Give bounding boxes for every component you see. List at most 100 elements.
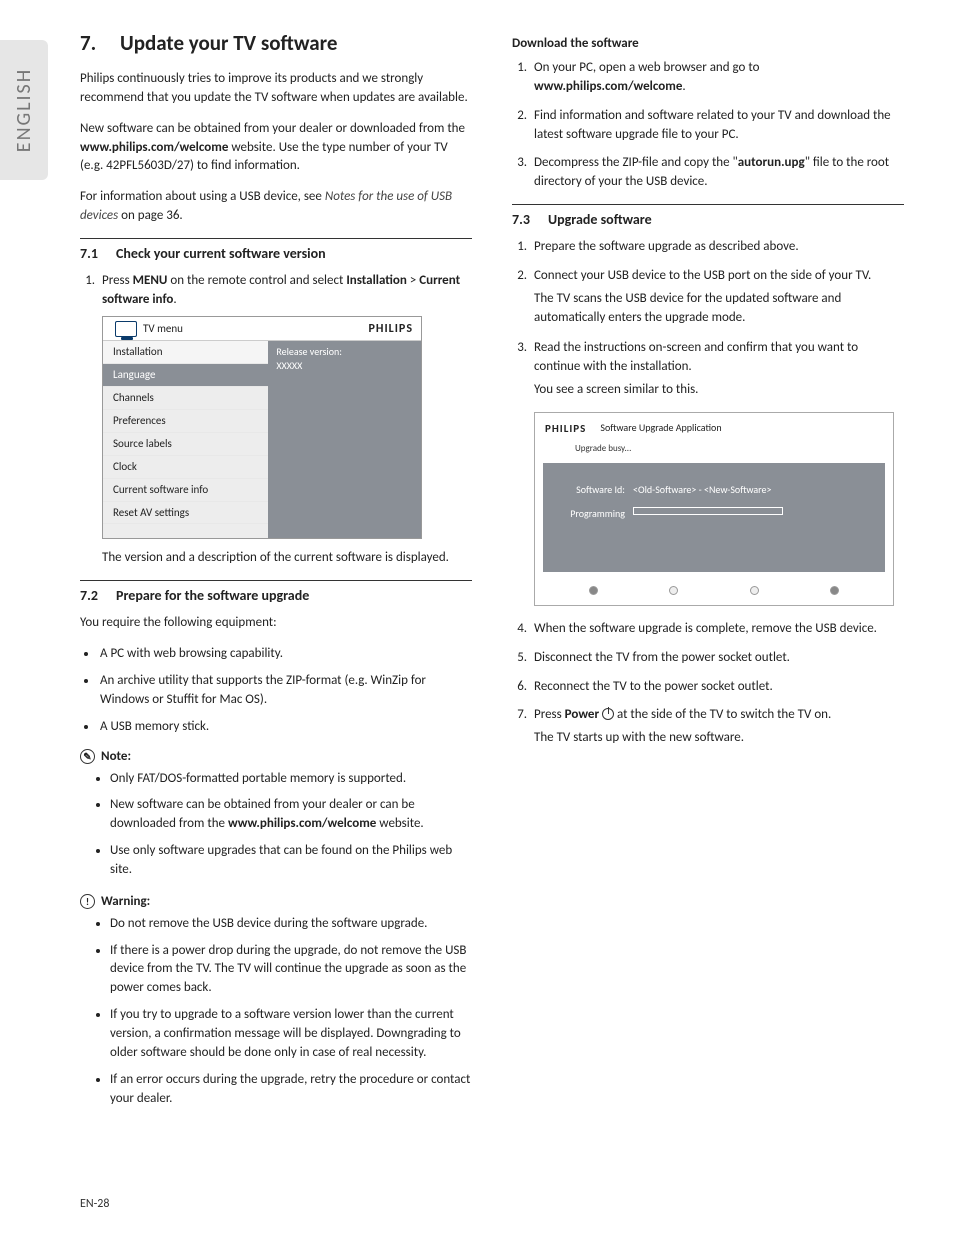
indicator-dots — [535, 580, 893, 605]
philips-logo: PHILIPS — [545, 421, 586, 437]
step-item: Read the instructions on-screen and conf… — [530, 339, 904, 606]
warning-item: If there is a power drop during the upgr… — [110, 942, 472, 999]
right-column: Download the software On your PC, open a… — [512, 30, 904, 1122]
warning-item: If an error occurs during the upgrade, r… — [110, 1071, 472, 1109]
list-item: A PC with web browsing capability. — [98, 645, 472, 664]
upgrade-header: PHILIPS Software Upgrade Application — [535, 413, 893, 439]
step-item: Find information and software related to… — [530, 107, 904, 145]
note-icon: ✎ — [80, 749, 95, 764]
upgrade-app-screenshot: PHILIPS Software Upgrade Application Upg… — [534, 412, 894, 606]
section-7-2-intro: You require the following equipment: — [80, 614, 472, 633]
dot-icon — [830, 586, 839, 595]
section-title: Check your current software version — [116, 245, 326, 262]
section-7-1-steps: Press MENU on the remote control and sel… — [80, 272, 472, 568]
warning-item: If you try to upgrade to a software vers… — [110, 1006, 472, 1063]
programming-label: Programming — [555, 507, 625, 522]
programming-row: Programming — [555, 507, 873, 522]
menu-item: Channels — [103, 387, 268, 410]
menu-title: TV menu — [143, 321, 183, 337]
section-number: 7.3 — [512, 211, 548, 228]
url-text: www.philips.com/welcome — [534, 79, 682, 94]
text: Decompress the ZIP-file and copy the " — [534, 155, 738, 170]
menu-right-panel: Release version: XXXXX — [268, 341, 421, 539]
step-item: Press Power at the side of the TV to swi… — [530, 706, 904, 748]
warning-title-row: ! Warning: — [80, 894, 472, 909]
dot-icon — [750, 586, 759, 595]
step-subtext: The TV scans the USB device for the upda… — [534, 290, 904, 328]
note-title: Note: — [101, 749, 131, 764]
language-tab: ENGLISH — [0, 40, 48, 180]
warning-icon: ! — [80, 894, 95, 909]
software-id-row: Software Id: <Old-Software> - <New-Softw… — [555, 483, 873, 498]
text: New software can be obtained from your d… — [80, 121, 465, 136]
step-item: Press MENU on the remote control and sel… — [98, 272, 472, 568]
step-item: Reconnect the TV to the power socket out… — [530, 678, 904, 697]
note-list: Only FAT/DOS-formatted portable memory i… — [80, 770, 472, 880]
download-steps: On your PC, open a web browser and go to… — [512, 59, 904, 192]
step-item: Disconnect the TV from the power socket … — [530, 649, 904, 668]
menu-title-row: TV menu — [111, 321, 191, 337]
list-item: A USB memory stick. — [98, 718, 472, 737]
step-item: Decompress the ZIP-file and copy the "au… — [530, 154, 904, 192]
chapter-title: Update your TV software — [120, 30, 337, 56]
software-id-label: Software Id: — [555, 483, 625, 498]
release-version-label: Release version: — [276, 345, 413, 360]
left-column: 7.Update your TV software Philips contin… — [80, 30, 472, 1122]
upgrade-app-title: Software Upgrade Application — [600, 421, 721, 436]
philips-logo: PHILIPS — [369, 321, 414, 338]
filename: autorun.upg — [738, 155, 805, 170]
menu-item: Clock — [103, 456, 268, 479]
text: Read the instructions on-screen and conf… — [534, 340, 858, 374]
section-7-2-heading: 7.2Prepare for the software upgrade — [80, 580, 472, 604]
menu-item: Reset AV settings — [103, 502, 268, 525]
warning-block: ! Warning: Do not remove the USB device … — [80, 894, 472, 1109]
equipment-list: A PC with web browsing capability. An ar… — [80, 645, 472, 736]
step-subtext: You see a screen similar to this. — [534, 381, 904, 400]
note-block: ✎ Note: Only FAT/DOS-formatted portable … — [80, 749, 472, 880]
text: Press — [102, 273, 133, 288]
text: website. — [376, 816, 423, 831]
page-content: 7.Update your TV software Philips contin… — [80, 30, 904, 1122]
section-7-3-heading: 7.3Upgrade software — [512, 204, 904, 228]
dot-icon — [669, 586, 678, 595]
menu-path: Installation — [346, 273, 407, 288]
warning-item: Do not remove the USB device during the … — [110, 915, 472, 934]
url-text: www.philips.com/welcome — [80, 140, 228, 155]
upgrade-steps: Prepare the software upgrade as describe… — [512, 238, 904, 748]
menu-header: TV menu PHILIPS — [103, 317, 421, 341]
menu-left-panel: Installation Language Channels Preferenc… — [103, 341, 268, 539]
menu-item: Current software info — [103, 479, 268, 502]
menu-item: Source labels — [103, 433, 268, 456]
text: at the side of the TV to switch the TV o… — [617, 707, 831, 722]
step-item: Connect your USB device to the USB port … — [530, 267, 904, 328]
text: . — [173, 292, 176, 307]
dot-icon — [589, 586, 598, 595]
release-version-value: XXXXX — [276, 359, 413, 374]
text: > — [407, 273, 419, 288]
tv-menu-screenshot: TV menu PHILIPS Installation Language Ch… — [102, 316, 422, 540]
menu-body: Installation Language Channels Preferenc… — [103, 341, 421, 539]
note-title-row: ✎ Note: — [80, 749, 472, 764]
warning-list: Do not remove the USB device during the … — [80, 915, 472, 1109]
url-text: www.philips.com/welcome — [228, 816, 376, 831]
text: For information about using a USB device… — [80, 189, 325, 204]
note-item: Only FAT/DOS-formatted portable memory i… — [110, 770, 472, 789]
text: on page 36. — [118, 208, 183, 223]
note-item: Use only software upgrades that can be f… — [110, 842, 472, 880]
step-subtext: The TV starts up with the new software. — [534, 729, 904, 748]
intro-paragraph-3: For information about using a USB device… — [80, 188, 472, 226]
tv-icon — [115, 321, 137, 337]
menu-item: Installation — [103, 341, 268, 364]
step-item: When the software upgrade is complete, r… — [530, 620, 904, 639]
warning-title: Warning: — [101, 894, 150, 909]
text: . — [682, 79, 685, 94]
menu-key: MENU — [133, 273, 168, 288]
power-label: Power — [565, 707, 599, 722]
intro-paragraph-1: Philips continuously tries to improve it… — [80, 70, 472, 108]
menu-item: Preferences — [103, 410, 268, 433]
intro-paragraph-2: New software can be obtained from your d… — [80, 120, 472, 177]
download-heading: Download the software — [512, 36, 904, 51]
text: on the remote control and select — [167, 273, 346, 288]
upgrade-status: Upgrade busy... — [535, 442, 893, 455]
language-tab-label: ENGLISH — [12, 68, 36, 152]
